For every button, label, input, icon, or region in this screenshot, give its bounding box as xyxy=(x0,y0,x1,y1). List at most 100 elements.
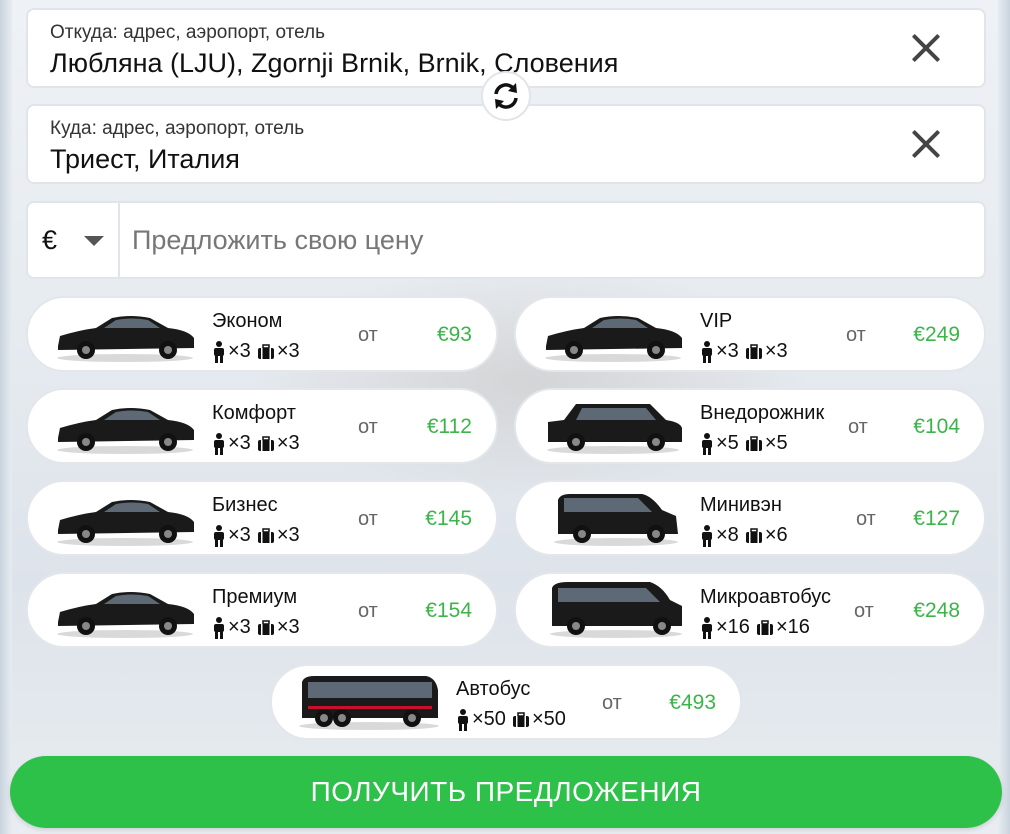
car-sedan-icon xyxy=(57,500,194,546)
luggage-count: ×50 xyxy=(531,708,566,730)
passenger-icon xyxy=(702,432,712,455)
vehicle-card[interactable]: Минивэн ×8 ×6 от €127 xyxy=(514,480,986,556)
luggage-count: ×3 xyxy=(276,524,300,546)
vehicle-capacity: ×5 ×5 xyxy=(700,432,788,455)
vehicle-price: €93 xyxy=(436,323,472,346)
vehicle-image xyxy=(50,580,200,640)
luggage-icon xyxy=(257,619,274,635)
vehicle-capacity: ×3 ×3 xyxy=(212,616,300,639)
vehicle-price: €145 xyxy=(425,507,472,530)
vehicle-card[interactable]: Эконом ×3 ×3 от €93 xyxy=(26,296,498,372)
vehicle-card[interactable]: Комфорт ×3 ×3 от €112 xyxy=(26,388,498,464)
from-label: от xyxy=(602,692,622,714)
luggage-count: ×6 xyxy=(764,524,788,546)
price-offer-row: € Предложить свою цену xyxy=(26,201,986,279)
from-label: от xyxy=(854,600,874,622)
from-label: от xyxy=(848,416,868,438)
luggage-count: ×3 xyxy=(276,432,300,454)
passenger-count: ×3 xyxy=(228,432,251,454)
luggage-icon xyxy=(257,435,274,451)
car-minivan-icon xyxy=(554,494,678,546)
vehicle-image xyxy=(50,488,200,548)
from-label: от xyxy=(856,508,876,530)
swap-direction-button[interactable] xyxy=(481,71,531,121)
vehicle-card[interactable]: VIP ×3 ×3 от €249 xyxy=(514,296,986,372)
vehicle-card[interactable]: Внедорожник ×5 ×5 от €104 xyxy=(514,388,986,464)
luggage-count: ×3 xyxy=(276,340,300,362)
from-label: от xyxy=(846,324,866,346)
vehicle-price: €493 xyxy=(669,691,716,714)
car-sedan-icon xyxy=(57,316,194,362)
vehicle-card[interactable]: Бизнес ×3 ×3 от €145 xyxy=(26,480,498,556)
price-offer-input[interactable]: Предложить свою цену xyxy=(132,225,423,256)
car-sedan-icon xyxy=(545,316,682,362)
luggage-count: ×3 xyxy=(764,340,788,362)
from-label: от xyxy=(358,416,378,438)
vehicle-image xyxy=(538,488,688,548)
vehicle-price: €112 xyxy=(426,415,472,438)
car-bus-icon xyxy=(299,676,439,730)
vehicle-name: VIP xyxy=(700,310,733,332)
vehicle-name: Внедорожник xyxy=(700,402,825,424)
luggage-icon xyxy=(257,527,274,543)
passenger-count: ×16 xyxy=(716,616,750,638)
vehicle-image xyxy=(538,580,688,640)
passenger-icon xyxy=(702,340,712,363)
vehicle-capacity: ×16 ×16 xyxy=(700,616,810,639)
luggage-count: ×3 xyxy=(276,616,300,638)
from-label: от xyxy=(358,508,378,530)
car-minibus-icon xyxy=(550,582,682,638)
passenger-icon xyxy=(702,524,712,547)
passenger-count: ×3 xyxy=(228,616,251,638)
vehicle-price: €104 xyxy=(913,415,960,438)
passenger-count: ×3 xyxy=(228,524,251,546)
vehicle-image xyxy=(50,304,200,364)
luggage-icon xyxy=(745,527,762,543)
passenger-icon xyxy=(702,616,712,639)
clear-to-icon[interactable] xyxy=(908,126,944,162)
passenger-icon xyxy=(214,340,224,363)
car-sedan-icon xyxy=(57,592,194,638)
clear-from-icon[interactable] xyxy=(908,30,944,66)
vehicle-capacity: ×3 ×3 xyxy=(212,340,300,363)
luggage-count: ×16 xyxy=(775,616,810,638)
vehicle-name: Минивэн xyxy=(700,494,782,516)
currency-symbol: € xyxy=(42,225,58,255)
vehicle-capacity: ×3 ×3 xyxy=(212,432,300,455)
to-label: Куда: адрес, аэропорт, отель xyxy=(50,118,305,139)
from-label: от xyxy=(358,600,378,622)
vehicle-capacity: ×8 ×6 xyxy=(700,524,788,547)
background-edge-right xyxy=(998,0,1010,834)
vehicle-image xyxy=(538,304,688,364)
from-label: Откуда: адрес, аэропорт, отель xyxy=(50,22,326,43)
from-label: от xyxy=(358,324,378,346)
luggage-icon xyxy=(257,343,274,359)
passenger-icon xyxy=(214,432,224,455)
luggage-icon xyxy=(756,619,773,635)
vehicle-price: €127 xyxy=(913,507,960,530)
to-value[interactable]: Триест, Италия xyxy=(50,144,240,175)
vehicle-card[interactable]: Автобус ×50 ×50 от €493 xyxy=(270,664,742,740)
vehicle-card[interactable]: Премиум ×3 ×3 от €154 xyxy=(26,572,498,648)
passenger-count: ×8 xyxy=(716,524,739,546)
passenger-count: ×50 xyxy=(472,708,506,730)
background-edge-left xyxy=(0,0,12,834)
get-offers-button[interactable]: ПОЛУЧИТЬ ПРЕДЛОЖЕНИЯ xyxy=(10,756,1002,828)
swap-arrows-icon xyxy=(494,83,518,109)
passenger-icon xyxy=(214,524,224,547)
passenger-icon xyxy=(214,616,224,639)
currency-select[interactable]: € xyxy=(28,203,120,277)
chevron-down-icon xyxy=(84,236,104,246)
passenger-count: ×5 xyxy=(716,432,739,454)
vehicle-name: Премиум xyxy=(212,586,298,608)
vehicle-price: €248 xyxy=(913,599,960,622)
from-value[interactable]: Любляна (LJU), Zgornji Brnik, Brnik, Сло… xyxy=(50,48,618,79)
luggage-icon xyxy=(745,343,762,359)
vehicle-capacity: ×50 ×50 xyxy=(456,708,566,731)
vehicle-image xyxy=(538,396,688,456)
vehicle-price: €249 xyxy=(913,323,960,346)
vehicle-name: Комфорт xyxy=(212,402,296,424)
passenger-count: ×3 xyxy=(228,340,251,362)
vehicle-card[interactable]: Микроавтобус ×16 ×16 от €248 xyxy=(514,572,986,648)
luggage-icon xyxy=(512,711,529,727)
